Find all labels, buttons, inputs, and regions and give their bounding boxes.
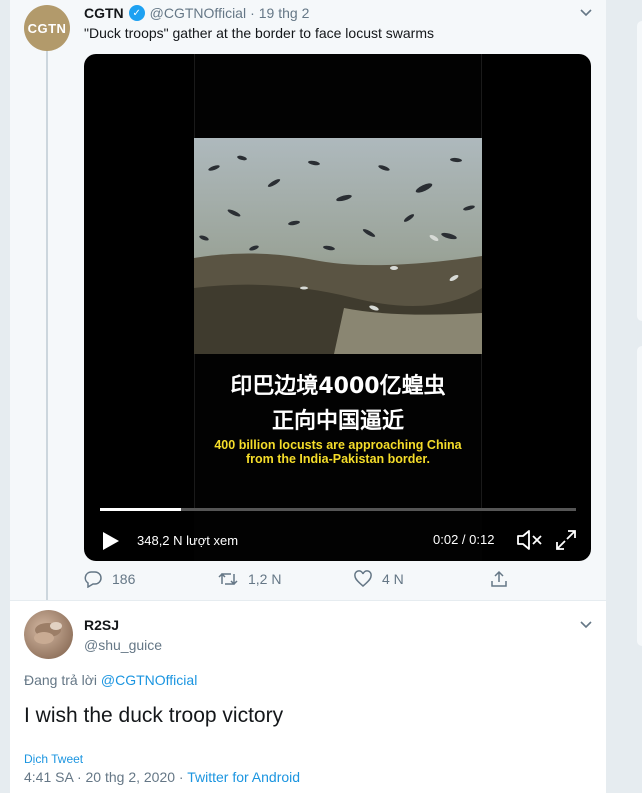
- reply-action[interactable]: 186: [84, 570, 135, 588]
- tweet-divider: [10, 600, 606, 601]
- chevron-down-icon[interactable]: [579, 6, 593, 20]
- avatar-photo: [34, 622, 62, 644]
- share-action[interactable]: [490, 570, 518, 588]
- tweet-full-date[interactable]: 20 thg 2, 2020: [86, 769, 176, 785]
- thread-line: [46, 50, 48, 600]
- quoted-tweet[interactable]: CGTN CGTN ✓ @CGTNOfficial · 19 thg 2 "Du…: [10, 0, 606, 600]
- header-separator: ·: [250, 5, 255, 21]
- tweet-date[interactable]: 19 thg 2: [259, 5, 310, 21]
- tweet-header: CGTN ✓ @CGTNOfficial · 19 thg 2: [84, 5, 309, 21]
- retweet-count: 1,2 N: [248, 571, 282, 587]
- chevron-down-icon[interactable]: [579, 618, 593, 632]
- locust-swarm-image: [194, 138, 482, 354]
- video-player[interactable]: 印巴边境4000亿蝗虫 正向中国逼近 400 billion locusts a…: [84, 54, 591, 561]
- reply-author-handle[interactable]: @shu_guice: [84, 637, 162, 653]
- author-handle[interactable]: @CGTNOfficial: [150, 5, 246, 21]
- tweet-time[interactable]: 4:41 SA: [24, 769, 73, 785]
- like-action[interactable]: 4 N: [354, 570, 404, 588]
- verified-badge-icon: ✓: [128, 5, 145, 21]
- tweet-meta: 4:41 SA · 20 thg 2, 2020 · Twitter for A…: [24, 769, 300, 785]
- source-link[interactable]: Twitter for Android: [187, 769, 300, 785]
- reply-author-name[interactable]: R2SJ: [84, 617, 119, 633]
- meta-separator: ·: [76, 769, 82, 785]
- video-progress-bar[interactable]: [100, 508, 576, 511]
- replying-to-link[interactable]: @CGTNOfficial: [101, 672, 197, 688]
- like-count: 4 N: [382, 571, 404, 587]
- retweet-icon: [218, 572, 238, 586]
- share-icon: [491, 570, 507, 587]
- video-caption-chinese-line1: 印巴边境4000亿蝗虫: [230, 374, 446, 399]
- r2sj-avatar[interactable]: [24, 610, 73, 659]
- replying-to: Đang trả lời @CGTNOfficial: [24, 672, 197, 688]
- meta-separator: ·: [178, 769, 184, 785]
- reply-icon: [84, 571, 102, 588]
- tweet-column: CGTN CGTN ✓ @CGTNOfficial · 19 thg 2 "Du…: [10, 0, 606, 793]
- sidebar-card: [636, 345, 642, 647]
- author-name[interactable]: CGTN: [84, 5, 124, 21]
- mute-icon[interactable]: [516, 528, 542, 552]
- video-caption-english-line1: 400 billion locusts are approaching Chin…: [214, 438, 462, 452]
- tweet-text: "Duck troops" gather at the border to fa…: [84, 25, 434, 41]
- retweet-action[interactable]: 1,2 N: [218, 570, 281, 588]
- video-time: 0:02 / 0:12: [433, 532, 495, 547]
- video-caption-english-line2: from the India-Pakistan border.: [245, 452, 431, 466]
- avatar-logo-text: CGTN: [27, 20, 67, 36]
- sidebar-card: [636, 20, 642, 322]
- play-icon[interactable]: [102, 531, 120, 551]
- video-caption-chinese-line2: 正向中国逼近: [271, 409, 404, 434]
- replying-prefix: Đang trả lời: [24, 672, 97, 688]
- cgtn-avatar[interactable]: CGTN: [24, 5, 70, 51]
- reply-count: 186: [112, 571, 136, 587]
- view-count: 348,2 N lượt xem: [137, 533, 239, 548]
- reply-text: I wish the duck troop victory: [24, 704, 284, 727]
- heart-icon: [354, 570, 372, 587]
- translate-tweet-link[interactable]: Dịch Tweet: [24, 752, 83, 766]
- video-progress-fill: [100, 508, 181, 511]
- fullscreen-icon[interactable]: [555, 529, 577, 551]
- tweet-actions: 186 1,2 N 4 N: [10, 570, 606, 594]
